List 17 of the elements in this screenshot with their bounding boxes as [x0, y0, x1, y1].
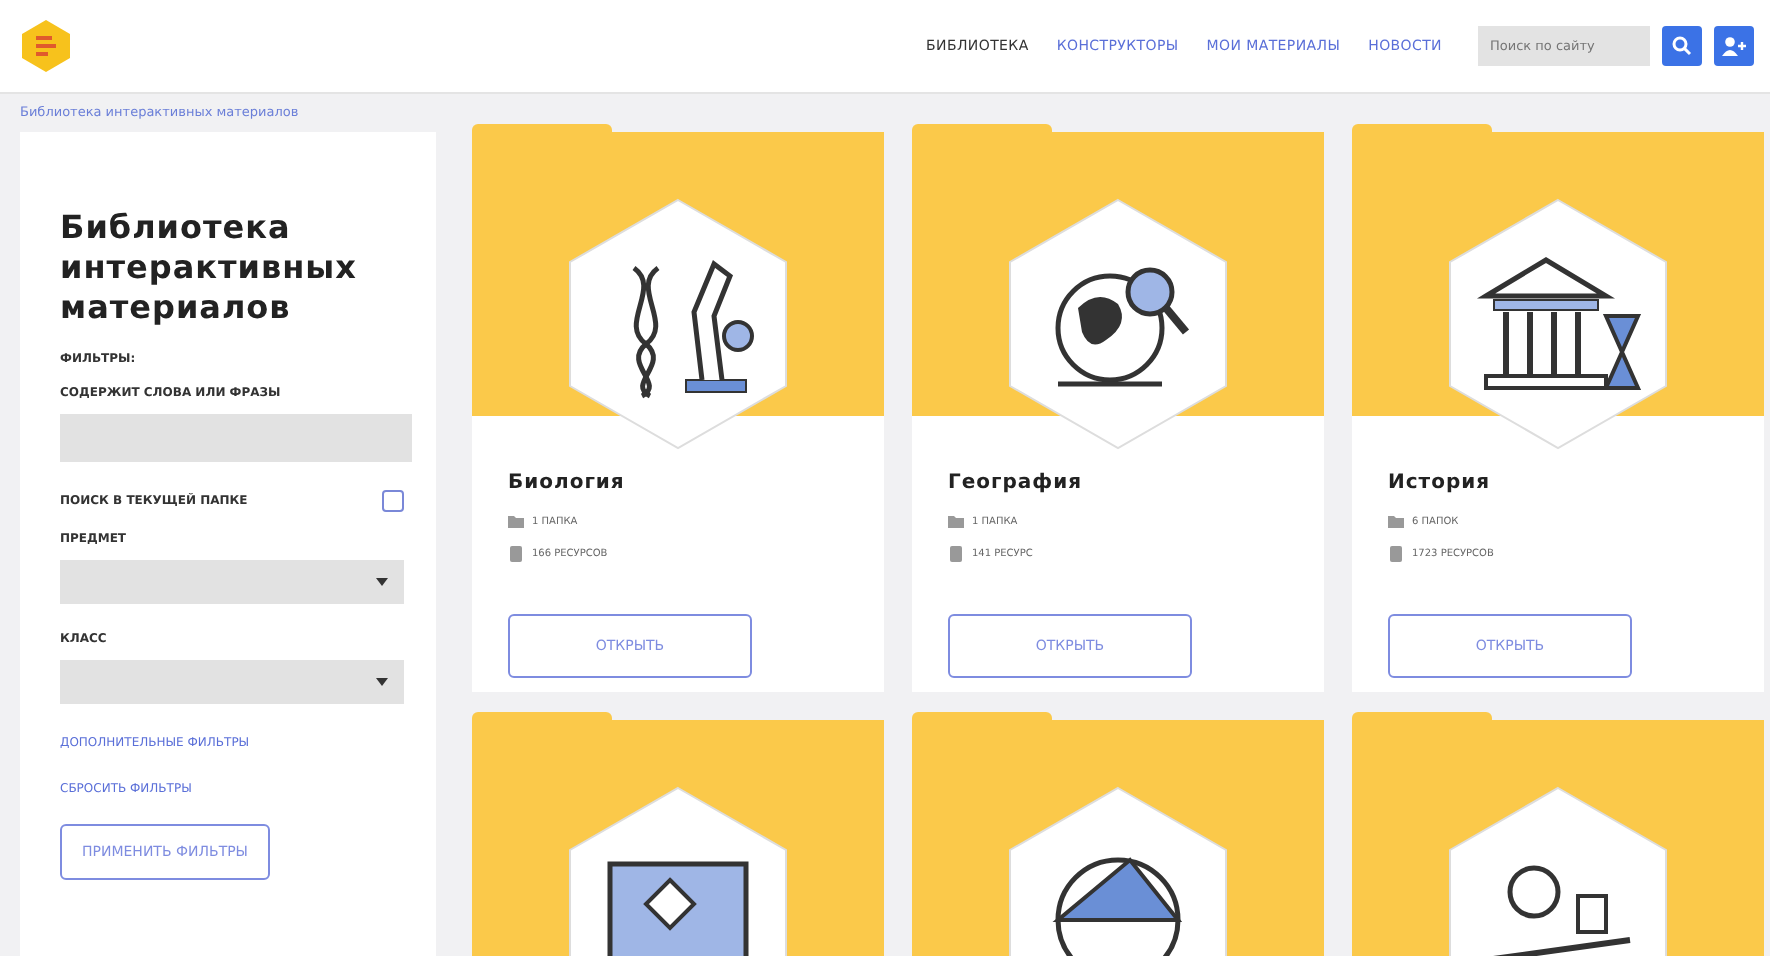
words-input-field[interactable] — [60, 414, 412, 462]
add-user-icon — [1722, 36, 1746, 56]
folder-icon — [948, 514, 964, 530]
search-icon — [1672, 36, 1692, 56]
card-title: География — [948, 472, 1085, 494]
search-button[interactable] — [1662, 26, 1702, 66]
folder-icon — [508, 514, 524, 530]
logo-icon[interactable] — [20, 18, 72, 74]
file-icon — [1388, 546, 1404, 562]
file-icon — [948, 546, 964, 562]
checkbox[interactable] — [382, 490, 404, 512]
user-add-button[interactable] — [1714, 26, 1754, 66]
sidebar-title: Библиотека интерактивных материалов — [60, 208, 359, 328]
card-title: Биология — [508, 472, 627, 494]
folder-icon — [1388, 514, 1404, 530]
file-icon — [508, 546, 524, 562]
card-title: История — [1388, 472, 1493, 494]
